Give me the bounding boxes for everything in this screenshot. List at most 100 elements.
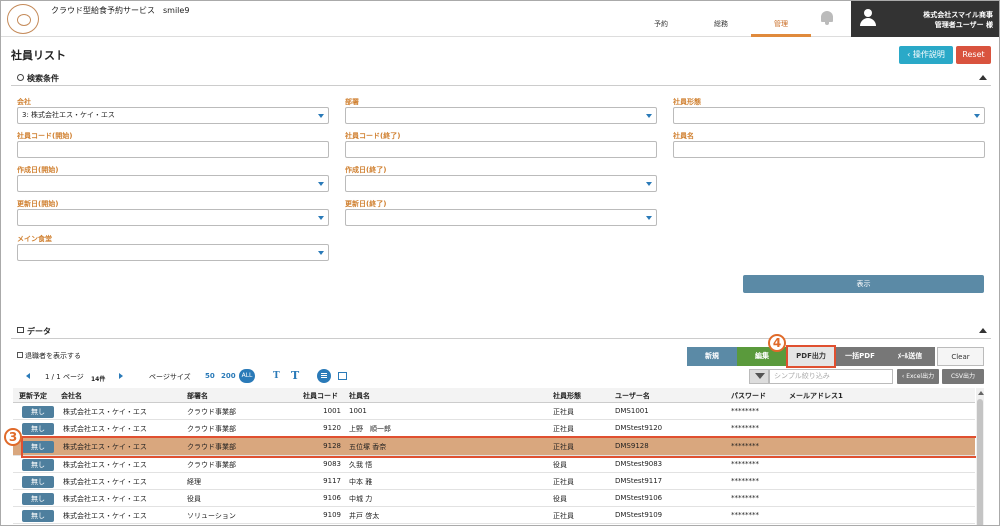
cell-department: 役員: [187, 495, 201, 503]
department-select[interactable]: [345, 107, 657, 124]
cell-name: 久我 悟: [349, 461, 373, 469]
label-main-cafeteria: メイン食堂: [17, 235, 52, 243]
created-end-select[interactable]: [345, 175, 657, 192]
table-row[interactable]: 無し 株式会社エス・ケイ・エス クラウド事業部 9083 久我 悟 役員 DMS…: [13, 457, 975, 473]
cell-company: 株式会社エス・ケイ・エス: [63, 425, 147, 433]
label-code-end: 社員コード(終了): [345, 132, 401, 140]
font-large-button[interactable]: T: [291, 369, 299, 382]
collapse-search-icon[interactable]: [979, 75, 987, 80]
help-button[interactable]: ‹ 操作説明: [899, 46, 953, 64]
cell-code: 9109: [323, 511, 341, 519]
nav-admin[interactable]: 管理: [751, 1, 811, 37]
col-employee-code[interactable]: 社員コード: [303, 391, 338, 401]
cell-company: 株式会社エス・ケイ・エス: [63, 478, 147, 486]
cell-username: DMS1001: [615, 407, 649, 415]
list-view-icon[interactable]: [317, 369, 331, 383]
record-count: 14件: [91, 376, 106, 383]
employee-name-input[interactable]: [673, 141, 985, 158]
col-department[interactable]: 部署名: [187, 391, 208, 401]
user-role: 管理者ユーザー 様: [934, 21, 993, 29]
notification-bell-icon[interactable]: [821, 9, 833, 25]
label-department: 部署: [345, 98, 359, 106]
table-row[interactable]: 無し 株式会社エス・ケイ・エス クラウド事業部 1001 1001 正社員 DM…: [13, 404, 975, 420]
send-mail-button[interactable]: ﾒｰﾙ送信: [885, 347, 935, 366]
col-company[interactable]: 会社名: [61, 391, 82, 401]
table-header: 更新予定 会社名 部署名 社員コード 社員名 社員形態 ユーザー名 パスワード …: [13, 388, 975, 403]
cell-password: ********: [731, 477, 759, 485]
cell-department: クラウド事業部: [187, 425, 236, 433]
cell-password: ********: [731, 494, 759, 502]
table-row[interactable]: 無し 株式会社エス・ケイ・エス ソリューション 9109 井戸 啓太 正社員 D…: [13, 508, 975, 524]
updated-start-select[interactable]: [17, 209, 329, 226]
csv-export-button[interactable]: CSV出力: [942, 369, 984, 384]
next-page-icon[interactable]: [119, 373, 123, 379]
page-title: 社員リスト: [11, 49, 66, 62]
col-update-flag[interactable]: 更新予定: [19, 391, 47, 401]
col-username[interactable]: ユーザー名: [615, 391, 650, 401]
cell-department: 経理: [187, 478, 201, 486]
filter-icon[interactable]: [749, 369, 769, 384]
update-flag-badge: 無し: [22, 459, 54, 471]
pdf-highlight-box: [786, 345, 836, 368]
cell-name: 中城 力: [349, 495, 373, 503]
cell-username: DMStest9117: [615, 477, 663, 485]
new-button[interactable]: 新規: [687, 347, 737, 366]
prev-page-icon[interactable]: [26, 373, 30, 379]
update-flag-badge: 無し: [22, 406, 54, 418]
company-select[interactable]: 3: 株式会社エス・ケイ・エス: [17, 107, 329, 124]
cell-company: 株式会社エス・ケイ・エス: [63, 495, 147, 503]
employment-type-select[interactable]: [673, 107, 985, 124]
nav-general-affairs[interactable]: 総務: [691, 1, 751, 37]
updated-end-select[interactable]: [345, 209, 657, 226]
cell-name: 井戸 啓太: [349, 512, 380, 520]
chevron-down-icon: [646, 216, 652, 220]
cell-company: 株式会社エス・ケイ・エス: [63, 408, 147, 416]
cell-name: 上野 順一郎: [349, 425, 391, 433]
page-size-200[interactable]: 200: [221, 372, 236, 380]
page-size-all[interactable]: ALL: [239, 369, 255, 383]
col-email[interactable]: メールアドレス1: [789, 391, 843, 401]
cell-code: 9117: [323, 477, 341, 485]
show-retired-checkbox[interactable]: [17, 352, 23, 358]
col-password[interactable]: パスワード: [731, 391, 766, 401]
code-end-input[interactable]: [345, 141, 657, 158]
label-employment-type: 社員形態: [673, 98, 701, 106]
clear-button[interactable]: Clear: [937, 347, 984, 366]
show-retired-label: 退職者を表示する: [25, 352, 81, 360]
cell-code: 9083: [323, 460, 341, 468]
cell-department: ソリューション: [187, 512, 236, 520]
code-start-input[interactable]: [17, 141, 329, 158]
chevron-down-icon: [646, 182, 652, 186]
bulk-pdf-button[interactable]: 一括PDF: [835, 347, 885, 366]
user-company: 株式会社スマイル商事: [923, 11, 993, 19]
reset-button[interactable]: Reset: [956, 46, 991, 64]
col-employee-name[interactable]: 社員名: [349, 391, 370, 401]
table-row[interactable]: 無し 株式会社エス・ケイ・エス クラウド事業部 9120 上野 順一郎 正社員 …: [13, 421, 975, 437]
scroll-up-icon[interactable]: [978, 391, 984, 395]
cell-name: 1001: [349, 407, 367, 415]
cell-username: DMStest9106: [615, 494, 663, 502]
show-button[interactable]: 表示: [743, 275, 984, 293]
user-menu[interactable]: 株式会社スマイル商事 管理者ユーザー 様: [851, 1, 999, 37]
chevron-down-icon: [974, 114, 980, 118]
simple-filter-input[interactable]: シンプル絞り込み: [769, 369, 893, 384]
divider: [11, 338, 991, 339]
user-avatar-icon: [859, 9, 877, 27]
grid-view-icon[interactable]: [338, 372, 347, 380]
cell-password: ********: [731, 460, 759, 468]
divider: [11, 85, 991, 86]
page-size-label: ページサイズ: [149, 373, 191, 381]
col-employment-type[interactable]: 社員形態: [553, 391, 581, 401]
main-cafeteria-select[interactable]: [17, 244, 329, 261]
table-row[interactable]: 無し 株式会社エス・ケイ・エス 役員 9106 中城 力 役員 DMStest9…: [13, 491, 975, 507]
page-indicator: 1 / 1 ページ: [45, 373, 84, 381]
scrollbar-thumb[interactable]: [977, 399, 983, 525]
font-small-button[interactable]: T: [273, 371, 280, 381]
label-created-end: 作成日(終了): [345, 166, 387, 174]
excel-export-button[interactable]: ‹ Excel出力: [897, 369, 939, 384]
table-row[interactable]: 無し 株式会社エス・ケイ・エス 経理 9117 中本 雅 正社員 DMStest…: [13, 474, 975, 490]
created-start-select[interactable]: [17, 175, 329, 192]
nav-reservation[interactable]: 予約: [631, 1, 691, 37]
page-size-50[interactable]: 50: [205, 372, 215, 380]
collapse-data-icon[interactable]: [979, 328, 987, 333]
